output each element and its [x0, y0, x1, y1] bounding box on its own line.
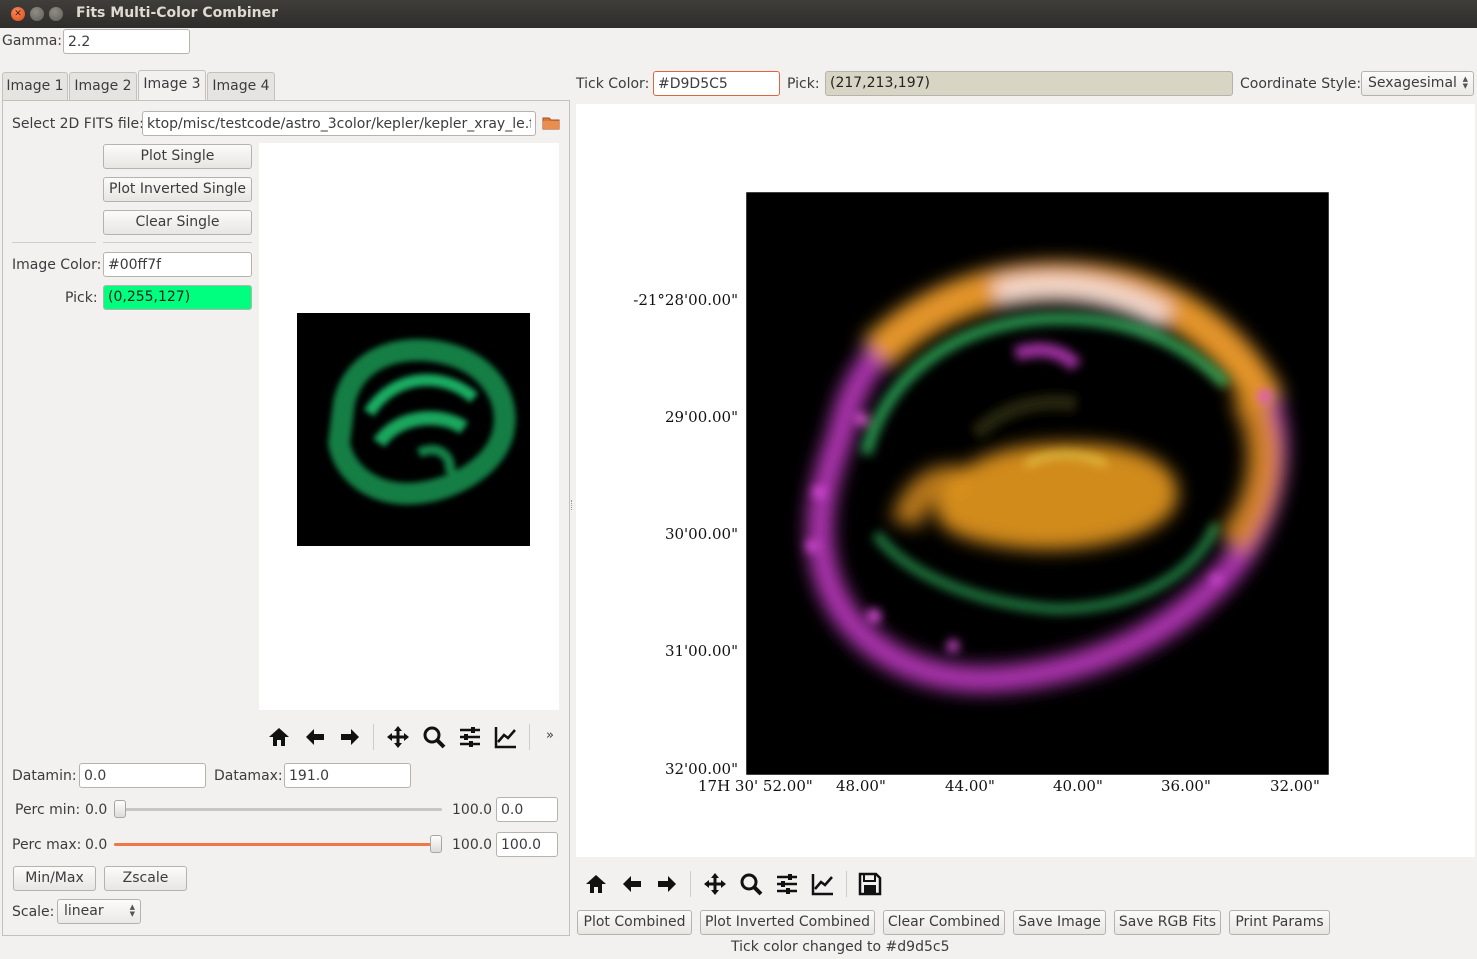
perc-max-range-min: 0.0 — [85, 837, 108, 853]
plot-combined-button[interactable]: Plot Combined — [577, 910, 692, 935]
gamma-input[interactable] — [63, 29, 190, 54]
datamax-input[interactable] — [284, 763, 411, 788]
zscale-button[interactable]: Zscale — [104, 866, 187, 891]
x-tick-label: 36.00" — [1161, 777, 1211, 795]
pan-icon[interactable] — [702, 871, 728, 897]
perc-min-range-min: 0.0 — [85, 802, 108, 818]
home-icon[interactable] — [266, 724, 292, 750]
status-bar-text: Tick color changed to #d9d5c5 — [731, 939, 950, 955]
perc-min-label: Perc min: — [15, 802, 81, 818]
perc-max-range-max: 100.0 — [452, 837, 493, 853]
tick-color-input[interactable] — [653, 71, 780, 96]
tab-image-2[interactable]: Image 2 — [69, 72, 137, 100]
file-label: Select 2D FITS file: — [12, 116, 144, 132]
datamin-input[interactable] — [79, 763, 206, 788]
configure-subplots-icon[interactable] — [774, 871, 800, 897]
datamax-label: Datamax: — [214, 768, 283, 784]
pane-splitter-handle[interactable] — [571, 500, 574, 510]
toolbar-separator — [373, 724, 374, 750]
title-bar: ✕ Fits Multi-Color Combiner — [0, 0, 1477, 28]
divider — [103, 242, 252, 243]
pick-label: Pick: — [65, 290, 98, 306]
toolbar-separator — [846, 871, 847, 897]
home-icon[interactable] — [583, 871, 609, 897]
plot-inverted-single-button[interactable]: Plot Inverted Single — [103, 177, 252, 202]
y-tick-label: -21°28'00.00" — [633, 291, 738, 309]
window-title: Fits Multi-Color Combiner — [76, 5, 279, 21]
toolbar-separator — [529, 724, 530, 750]
spin-arrows-icon: ▲ ▼ — [1462, 75, 1468, 90]
clear-single-button[interactable]: Clear Single — [103, 210, 252, 235]
perc-max-slider-handle[interactable] — [430, 835, 442, 853]
perc-min-input[interactable] — [496, 797, 558, 822]
x-tick-label: 32.00" — [1270, 777, 1320, 795]
single-image-canvas[interactable] — [259, 143, 559, 710]
forward-arrow-icon[interactable] — [654, 871, 680, 897]
folder-icon[interactable] — [542, 115, 560, 131]
perc-min-slider-handle[interactable] — [114, 800, 126, 818]
zoom-icon[interactable] — [738, 871, 764, 897]
clear-combined-button[interactable]: Clear Combined — [883, 910, 1005, 935]
minmax-button[interactable]: Min/Max — [13, 866, 96, 891]
y-tick-label: 29'00.00" — [664, 408, 738, 426]
perc-max-input[interactable] — [496, 832, 558, 857]
scale-select-value: linear — [64, 903, 104, 919]
perc-max-slider-fill — [114, 843, 436, 846]
save-rgb-fits-button[interactable]: Save RGB Fits — [1114, 910, 1221, 935]
spin-arrows-icon: ▲ ▼ — [129, 903, 135, 918]
tab-image-1[interactable]: Image 1 — [2, 72, 68, 100]
plot-single-button[interactable]: Plot Single — [103, 144, 252, 169]
pan-icon[interactable] — [385, 724, 411, 750]
forward-arrow-icon[interactable] — [337, 724, 363, 750]
perc-max-label: Perc max: — [12, 837, 82, 853]
scale-label: Scale: — [12, 904, 55, 920]
scale-select[interactable]: linear ▲ ▼ — [57, 899, 141, 924]
coordinate-style-value: Sexagesimal — [1368, 75, 1457, 91]
tab-image-4[interactable]: Image 4 — [207, 72, 275, 100]
back-arrow-icon[interactable] — [302, 724, 328, 750]
y-tick-label: 32'00.00" — [664, 760, 738, 778]
edit-axis-icon[interactable] — [493, 724, 519, 750]
datamin-label: Datamin: — [12, 768, 77, 784]
tick-color-label: Tick Color: — [576, 76, 650, 92]
perc-min-range-max: 100.0 — [452, 802, 493, 818]
tick-pick-label: Pick: — [787, 76, 820, 92]
gamma-label: Gamma: — [2, 33, 62, 49]
image-color-input[interactable] — [103, 252, 252, 277]
plot-inverted-combined-button[interactable]: Plot Inverted Combined — [700, 910, 875, 935]
zoom-icon[interactable] — [421, 724, 447, 750]
x-tick-label: 48.00" — [836, 777, 886, 795]
x-tick-label: 40.00" — [1053, 777, 1103, 795]
toolbar-overflow-button[interactable]: » — [546, 728, 554, 743]
fits-file-input[interactable] — [142, 111, 536, 136]
image-color-label: Image Color: — [12, 257, 102, 273]
close-window-icon[interactable]: ✕ — [11, 7, 25, 21]
minimize-window-icon[interactable] — [30, 7, 44, 21]
save-image-button[interactable]: Save Image — [1013, 910, 1106, 935]
divider — [12, 242, 96, 243]
tick-color-pick-swatch[interactable]: (217,213,197) — [825, 71, 1233, 96]
coordinate-style-select[interactable]: Sexagesimal ▲ ▼ — [1361, 71, 1474, 96]
perc-min-slider-track[interactable] — [114, 808, 442, 811]
x-tick-label: 17H 30' 52.00" — [698, 777, 813, 795]
toolbar-separator — [690, 871, 691, 897]
color-pick-swatch[interactable]: (0,255,127) — [103, 285, 252, 310]
save-icon[interactable] — [857, 871, 883, 897]
y-tick-label: 31'00.00" — [664, 642, 738, 660]
maximize-window-icon[interactable] — [49, 7, 63, 21]
tab-image-3[interactable]: Image 3 — [138, 70, 206, 101]
coordinate-style-label: Coordinate Style: — [1240, 76, 1362, 92]
back-arrow-icon[interactable] — [619, 871, 645, 897]
print-params-button[interactable]: Print Params — [1229, 910, 1330, 935]
combined-image-canvas[interactable]: -21°28'00.00" 29'00.00" 30'00.00" 31'00.… — [576, 104, 1475, 857]
configure-subplots-icon[interactable] — [457, 724, 483, 750]
y-tick-label: 30'00.00" — [664, 525, 738, 543]
x-tick-label: 44.00" — [945, 777, 995, 795]
edit-axis-icon[interactable] — [810, 871, 836, 897]
